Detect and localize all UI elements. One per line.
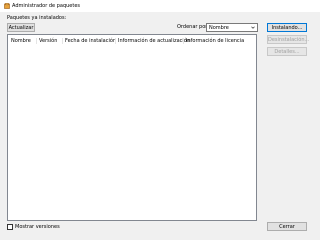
close-button[interactable]: Cerrar — [267, 222, 307, 231]
installed-packages-heading: Paquetes ya instalados: — [7, 15, 67, 21]
sort-by-select[interactable]: Nombre — [206, 23, 258, 32]
column-header-name[interactable]: Nombre — [11, 38, 31, 44]
column-header-install-date[interactable]: Fecha de instalación — [65, 38, 116, 44]
update-button[interactable]: Actualizar — [7, 23, 35, 32]
column-header-license-info[interactable]: Información de licencia — [186, 38, 244, 44]
install-button[interactable]: Instalando... — [267, 23, 307, 32]
column-divider[interactable] — [36, 38, 37, 44]
show-versions-label: Mostrar versiones — [15, 224, 60, 230]
uninstall-button[interactable]: Desinstalación... — [267, 35, 309, 44]
installed-packages-list[interactable]: Nombre Versión Fecha de instalación Info… — [7, 34, 257, 221]
package-manager-icon — [4, 3, 10, 9]
details-button[interactable]: Detalles... — [267, 47, 307, 56]
column-divider[interactable] — [115, 38, 116, 44]
package-manager-window: Administrador de paquetes Paquetes ya in… — [0, 0, 320, 240]
window-title: Administrador de paquetes — [12, 3, 81, 9]
sort-by-value: Nombre — [209, 25, 229, 31]
sort-by-label: Ordenar por: — [177, 24, 209, 30]
title-bar: Administrador de paquetes — [0, 0, 320, 12]
chevron-down-icon — [251, 26, 255, 29]
column-divider[interactable] — [62, 38, 63, 44]
column-header-version[interactable]: Versión — [39, 38, 57, 44]
column-divider[interactable] — [183, 38, 184, 44]
show-versions-checkbox[interactable] — [7, 224, 13, 230]
column-header-update-info[interactable]: Información de actualización — [118, 38, 190, 44]
